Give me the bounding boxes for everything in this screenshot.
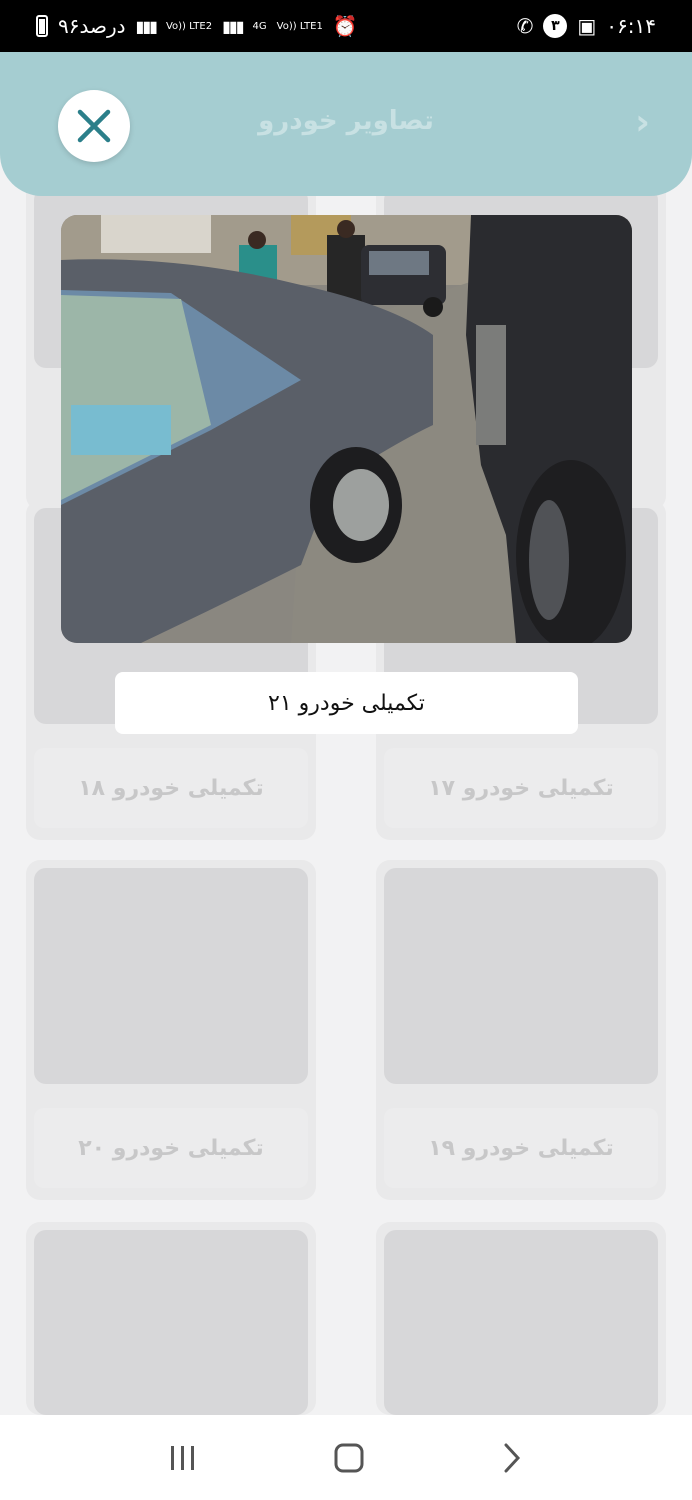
home-icon[interactable] <box>333 1442 365 1474</box>
card-label: تکمیلی خودرو ۱۹ <box>384 1108 658 1188</box>
card-label: تکمیلی خودرو ۱۸ <box>34 748 308 828</box>
notification-badge: ۳ <box>543 14 568 38</box>
status-right: ✆ ۳ ▣ ۰۶:۱۴ <box>517 14 656 38</box>
back-icon[interactable] <box>500 1442 524 1474</box>
page-title: تصاویر خودرو <box>258 106 434 136</box>
card-label: تکمیلی خودرو ۱۷ <box>384 748 658 828</box>
card-thumbnail <box>34 868 308 1084</box>
grid-card[interactable]: تکمیلی خودرو ۱۹ <box>376 860 666 1200</box>
status-left: ۹۶درصد ▮▮▮ Vo)) LTE2 ▮▮▮ 4G Vo)) LTE1 ⏰ <box>36 14 358 38</box>
card-thumbnail <box>384 868 658 1084</box>
battery-icon <box>36 15 48 37</box>
signal-icon: ▮▮▮ <box>135 16 158 36</box>
status-time: ۰۶:۱۴ <box>606 14 656 38</box>
system-nav-bar <box>0 1415 692 1500</box>
alarm-icon: ⏰ <box>332 14 358 38</box>
card-label: تکمیلی خودرو ۲۰ <box>34 1108 308 1188</box>
grid-card[interactable] <box>376 1222 666 1415</box>
app-header: تصاویر خودرو › <box>0 52 692 196</box>
network-label-4g: 4G <box>252 20 267 32</box>
gallery-icon: ▣ <box>577 14 597 38</box>
modal-photo[interactable] <box>61 215 632 643</box>
photo-caption: تکمیلی خودرو ۲۱ <box>115 672 578 734</box>
recents-icon[interactable] <box>168 1443 198 1473</box>
grid-card[interactable] <box>26 1222 316 1415</box>
network-label-1: Vo)) LTE1 <box>276 20 323 32</box>
network-label-2: Vo)) LTE2 <box>165 20 213 32</box>
grid-card[interactable]: تکمیلی خودرو ۲۰ <box>26 860 316 1200</box>
call-icon: ✆ <box>516 14 534 38</box>
back-chevron-icon[interactable]: › <box>635 102 650 143</box>
card-thumbnail <box>34 1230 308 1415</box>
battery-text: ۹۶درصد <box>58 14 126 38</box>
signal-icon: ▮▮▮ <box>222 16 244 36</box>
status-bar: ۹۶درصد ▮▮▮ Vo)) LTE2 ▮▮▮ 4G Vo)) LTE1 ⏰ … <box>0 0 692 52</box>
car-photo <box>61 215 632 643</box>
card-thumbnail <box>384 1230 658 1415</box>
